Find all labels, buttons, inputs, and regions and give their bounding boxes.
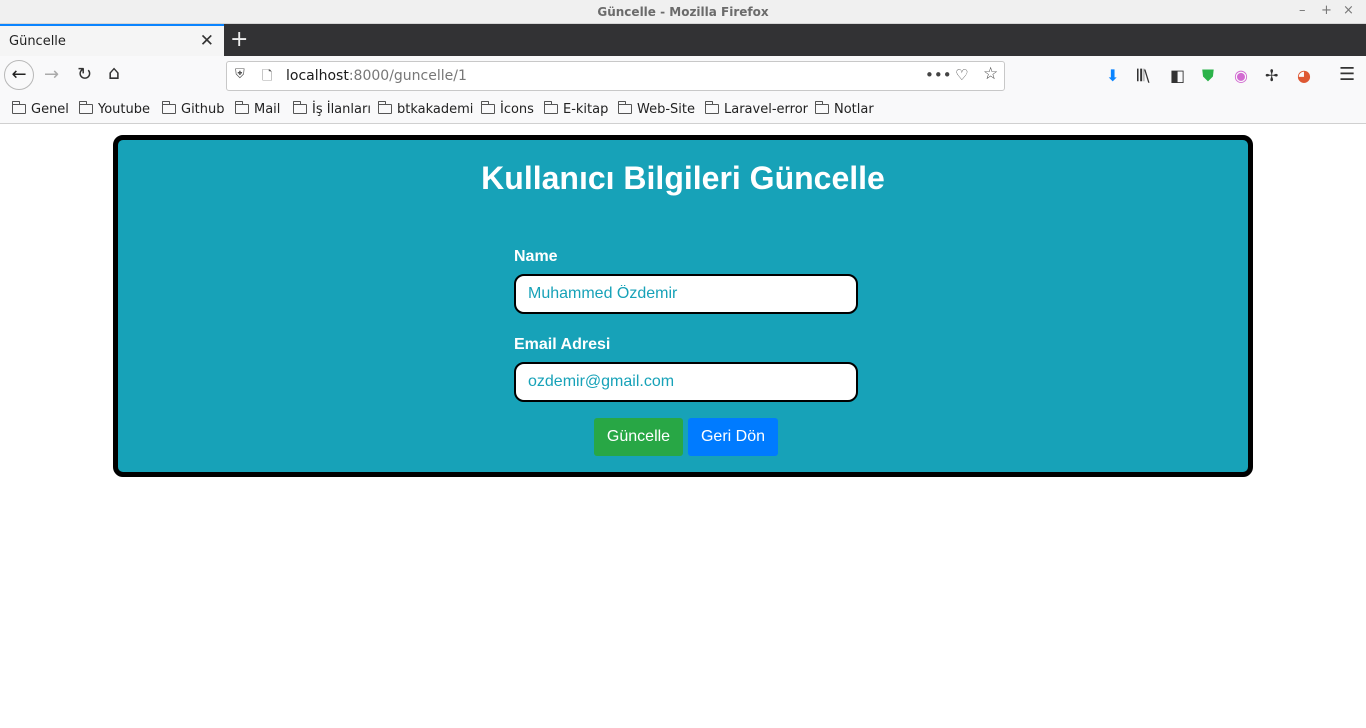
url-text[interactable]: localhost:8000/guncelle/1	[286, 68, 467, 84]
update-form-card: Kullanıcı Bilgileri Güncelle Name Email …	[113, 135, 1253, 477]
address-bar[interactable]: ⛨ 🗋 localhost:8000/guncelle/1 ••• ♡ ☆	[226, 61, 1005, 91]
folder-icon	[162, 101, 176, 114]
downloads-icon[interactable]: ⬇	[1106, 66, 1119, 85]
folder-icon	[235, 101, 249, 114]
home-icon[interactable]: ⌂	[108, 62, 120, 84]
url-path: :8000/guncelle/1	[348, 68, 467, 84]
bookmark-star-icon[interactable]: ☆	[983, 64, 998, 84]
move-icon[interactable]: ✢	[1265, 66, 1278, 85]
minimize-button[interactable]: –	[1299, 3, 1306, 18]
library-icon[interactable]: 𝄃𝄃\	[1137, 66, 1150, 86]
back-button[interactable]: Geri Dön	[688, 418, 778, 456]
folder-icon	[293, 101, 307, 114]
url-host: localhost	[286, 68, 349, 84]
new-tab-button[interactable]: +	[230, 27, 248, 52]
tab-title: Güncelle	[9, 34, 66, 49]
pocket-icon[interactable]: ♡	[955, 66, 968, 84]
bookmark-folder[interactable]: Notlar	[815, 101, 874, 117]
maximize-button[interactable]: +	[1321, 3, 1332, 18]
window-titlebar: Güncelle - Mozilla Firefox – + ×	[0, 0, 1366, 24]
forward-arrow-icon[interactable]: →	[44, 64, 59, 85]
back-arrow-icon[interactable]: ←	[4, 60, 34, 90]
update-button[interactable]: Güncelle	[594, 418, 683, 456]
duckduckgo-icon[interactable]: ◕	[1297, 66, 1311, 85]
folder-icon	[378, 101, 392, 114]
folder-icon	[618, 101, 632, 114]
page-info-icon[interactable]: 🗋	[262, 67, 272, 89]
folder-icon	[481, 101, 495, 114]
email-input[interactable]	[514, 362, 858, 402]
color-picker-icon[interactable]: ◉	[1234, 66, 1248, 85]
menu-hamburger-icon[interactable]: ☰	[1339, 64, 1355, 85]
window-title: Güncelle - Mozilla Firefox	[597, 5, 769, 19]
bookmark-folder[interactable]: btkakademi	[378, 101, 473, 117]
bookmark-folder[interactable]: Laravel-error	[705, 101, 808, 117]
bookmark-folder[interactable]: E-kitap	[544, 101, 608, 117]
name-label: Name	[514, 248, 558, 265]
bookmark-folder[interactable]: Mail	[235, 101, 280, 117]
bookmark-folder[interactable]: İcons	[481, 101, 534, 117]
bookmark-folder[interactable]: İş İlanları	[293, 101, 371, 117]
bookmark-folder[interactable]: Github	[162, 101, 225, 117]
name-input[interactable]	[514, 274, 858, 314]
reload-icon[interactable]: ↻	[77, 64, 92, 85]
bookmark-folder[interactable]: Genel	[12, 101, 69, 117]
folder-icon	[815, 101, 829, 114]
shield-icon[interactable]: ⛨	[235, 67, 245, 82]
page-actions-icon[interactable]: •••	[925, 66, 952, 84]
folder-icon	[12, 101, 26, 114]
bookmark-folder[interactable]: Youtube	[79, 101, 150, 117]
folder-icon	[544, 101, 558, 114]
folder-icon	[79, 101, 93, 114]
adblock-shield-icon[interactable]: ⛊	[1202, 66, 1214, 86]
page-title: Kullanıcı Bilgileri Güncelle	[481, 160, 885, 196]
email-label: Email Adresi	[514, 336, 611, 353]
sidebar-icon[interactable]: ◧	[1170, 66, 1185, 85]
folder-icon	[705, 101, 719, 114]
bookmarks-bar: Genel Youtube Github Mail İş İlanları bt…	[0, 96, 1366, 124]
tab-bar: Güncelle ✕ +	[0, 24, 1366, 56]
bookmark-folder[interactable]: Web-Site	[618, 101, 695, 117]
close-window-button[interactable]: ×	[1343, 3, 1354, 18]
close-tab-icon[interactable]: ✕	[200, 31, 214, 51]
tab-active[interactable]: Güncelle ✕	[0, 24, 224, 56]
